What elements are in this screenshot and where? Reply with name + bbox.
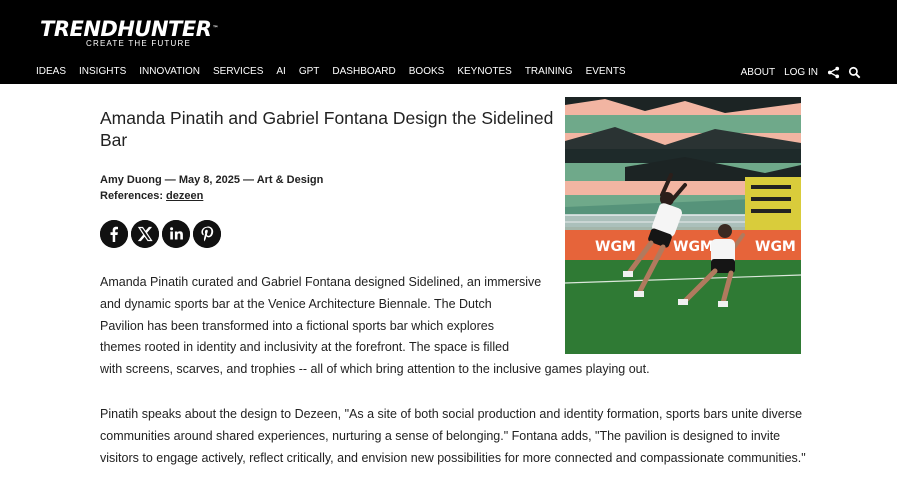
reference-link-dezeen[interactable]: dezeen	[166, 190, 203, 202]
facebook-icon	[100, 220, 128, 248]
article-meta: Amy Duong — May 8, 2025 — Art & Design R…	[100, 172, 323, 204]
grass-field	[565, 260, 801, 354]
linkedin-share-button[interactable]	[162, 220, 190, 248]
banner-text-3: WGM	[755, 239, 796, 255]
trendhunter-logo[interactable]: TRENDHUNTER™ CREATE THE FUTURE	[40, 18, 218, 48]
banner-text-1: WGM	[595, 239, 636, 255]
nav-item-services[interactable]: SERVICES	[213, 66, 263, 78]
social-share-bar	[100, 220, 221, 248]
nav-item-innovation[interactable]: INNOVATION	[139, 66, 200, 78]
logo-tagline: CREATE THE FUTURE	[86, 39, 191, 48]
nav-item-training[interactable]: TRAINING	[525, 66, 573, 78]
nav-item-dashboard[interactable]: DASHBOARD	[332, 66, 395, 78]
site-header: TRENDHUNTER™ CREATE THE FUTURE IDEAS INS…	[0, 0, 897, 84]
article-byline: Amy Duong — May 8, 2025 — Art & Design	[100, 174, 324, 186]
stadium-stairs	[745, 177, 801, 232]
article-references: References: dezeen	[100, 188, 323, 204]
nav-item-keynotes[interactable]: KEYNOTES	[457, 66, 511, 78]
logo-text: TRENDHUNTER	[40, 17, 212, 41]
x-icon	[131, 220, 159, 248]
logo-trademark: ™	[212, 25, 218, 32]
article-hero-image[interactable]: WGM WGM WGM	[565, 97, 801, 354]
linkedin-icon	[162, 220, 190, 248]
paragraph-1-line: and dynamic sports bar at the Venice Arc…	[100, 296, 492, 311]
nav-item-gpt[interactable]: GPT	[299, 66, 320, 78]
article-paragraph-1: Amanda Pinatih curated and Gabriel Fonta…	[100, 272, 560, 359]
search-icon[interactable]	[848, 66, 861, 79]
paragraph-1-line: Pavilion has been transformed into a fic…	[100, 318, 494, 333]
nav-item-events[interactable]: EVENTS	[586, 66, 626, 78]
nav-item-ideas[interactable]: IDEAS	[36, 66, 66, 78]
banner-text-2: WGM	[673, 239, 714, 255]
paragraph-1-line: Amanda Pinatih curated and Gabriel Fonta…	[100, 275, 542, 289]
x-share-button[interactable]	[131, 220, 159, 248]
share-icon[interactable]	[827, 66, 840, 79]
nav-item-login[interactable]: LOG IN	[784, 67, 818, 79]
paragraph-1-line: themes rooted in identity and inclusivit…	[100, 340, 510, 355]
facebook-share-button[interactable]	[100, 220, 128, 248]
nav-item-about[interactable]: ABOUT	[741, 67, 775, 79]
article-title: Amanda Pinatih and Gabriel Fontana Desig…	[100, 108, 554, 150]
pinterest-icon	[193, 220, 221, 248]
references-label: References:	[100, 190, 167, 202]
article-paragraph-2: Pinatih speaks about the design to Dezee…	[100, 407, 806, 465]
nav-item-books[interactable]: BOOKS	[409, 66, 445, 78]
main-nav: IDEAS INSIGHTS INNOVATION SERVICES AI GP…	[36, 66, 639, 78]
paragraph-1-line: with screens, scarves, and trophies -- a…	[100, 362, 650, 376]
nav-item-ai[interactable]: AI	[276, 66, 285, 78]
pinterest-share-button[interactable]	[193, 220, 221, 248]
nav-item-insights[interactable]: INSIGHTS	[79, 66, 126, 78]
secondary-nav: ABOUT LOG IN	[741, 66, 861, 79]
